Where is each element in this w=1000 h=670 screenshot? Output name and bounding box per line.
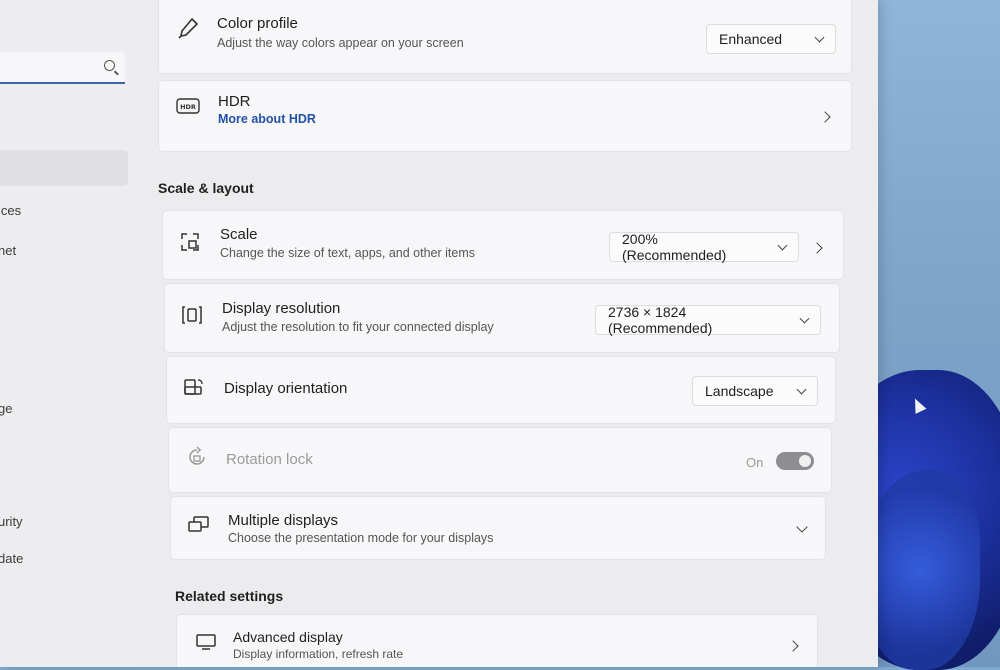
sidebar-item-update[interactable]: date: [0, 551, 23, 566]
scale-dropdown[interactable]: 200% (Recommended): [609, 231, 799, 263]
color-profile-value: Enhanced: [719, 31, 783, 47]
multiple-displays-title: Multiple displays: [228, 512, 339, 529]
hdr-card[interactable]: HDR HDR More about HDR: [158, 80, 852, 152]
color-profile-card[interactable]: Color profile Adjust the way colors appe…: [158, 0, 852, 74]
display-resolution-title: Display resolution: [222, 300, 341, 317]
display-resolution-card[interactable]: Display resolution Adjust the resolution…: [164, 283, 840, 353]
multiple-displays-icon: [188, 516, 209, 532]
main-content: Color profile Adjust the way colors appe…: [150, 0, 870, 667]
sidebar-item-selected[interactable]: [0, 150, 128, 186]
search-input[interactable]: [0, 52, 125, 84]
sidebar-item-devices[interactable]: ices: [0, 203, 21, 218]
scale-card[interactable]: Scale Change the size of text, apps, and…: [162, 210, 844, 280]
chevron-down-icon: [777, 240, 788, 250]
rotation-lock-card: Rotation lock On: [168, 427, 832, 493]
rotation-lock-state-label: On: [746, 455, 764, 470]
advanced-display-card[interactable]: Advanced display Display information, re…: [176, 614, 818, 667]
rotation-lock-title: Rotation lock: [226, 451, 313, 468]
chevron-down-icon: [796, 384, 807, 394]
advanced-display-subtitle: Display information, refresh rate: [233, 647, 404, 661]
settings-window: ices net ge urity date Color profile Adj…: [0, 0, 878, 667]
color-profile-title: Color profile: [217, 15, 298, 32]
multiple-displays-subtitle: Choose the presentation mode for your di…: [228, 531, 494, 545]
svg-text:HDR: HDR: [180, 103, 196, 111]
related-settings-heading: Related settings: [175, 588, 284, 604]
hdr-icon: HDR: [176, 98, 200, 114]
display-resolution-value: 2736 × 1824 (Recommended): [608, 304, 713, 336]
scale-layout-heading: Scale & layout: [158, 180, 254, 196]
pen-icon: [178, 17, 199, 39]
rotation-lock-icon: [189, 446, 205, 465]
color-profile-dropdown[interactable]: Enhanced: [706, 24, 836, 54]
monitor-icon: [196, 634, 216, 650]
sidebar-item-security[interactable]: urity: [0, 514, 23, 529]
scale-title: Scale: [220, 226, 258, 243]
sidebar: ices net ge urity date: [0, 0, 140, 667]
search-icon[interactable]: [104, 60, 115, 71]
sidebar-item-network[interactable]: net: [0, 243, 16, 258]
color-profile-subtitle: Adjust the way colors appear on your scr…: [217, 36, 464, 50]
sidebar-item-language[interactable]: ge: [0, 401, 12, 416]
scale-value: 200% (Recommended): [622, 231, 727, 263]
hdr-title: HDR: [218, 93, 251, 110]
toggle-knob: [799, 455, 811, 467]
display-resolution-dropdown[interactable]: 2736 × 1824 (Recommended): [595, 304, 821, 336]
scale-subtitle: Change the size of text, apps, and other…: [220, 246, 476, 260]
display-orientation-value: Landscape: [705, 383, 774, 399]
orientation-icon: [184, 379, 203, 395]
chevron-right-icon[interactable]: [811, 242, 823, 254]
display-orientation-dropdown[interactable]: Landscape: [692, 376, 818, 406]
chevron-down-icon: [799, 313, 810, 323]
chevron-down-icon[interactable]: [796, 521, 808, 533]
chevron-right-icon: [819, 111, 831, 123]
chevron-right-icon: [787, 640, 799, 652]
display-orientation-card[interactable]: Display orientation Landscape: [166, 356, 836, 424]
multiple-displays-card[interactable]: Multiple displays Choose the presentatio…: [170, 496, 826, 560]
rotation-lock-toggle[interactable]: [776, 452, 814, 470]
scale-icon: [181, 233, 199, 251]
display-orientation-title: Display orientation: [224, 380, 348, 397]
resolution-icon: [182, 306, 202, 324]
chevron-down-icon: [814, 32, 825, 42]
advanced-display-title: Advanced display: [233, 629, 343, 645]
display-resolution-subtitle: Adjust the resolution to fit your connec…: [222, 320, 494, 334]
hdr-more-link[interactable]: More about HDR: [218, 112, 316, 126]
